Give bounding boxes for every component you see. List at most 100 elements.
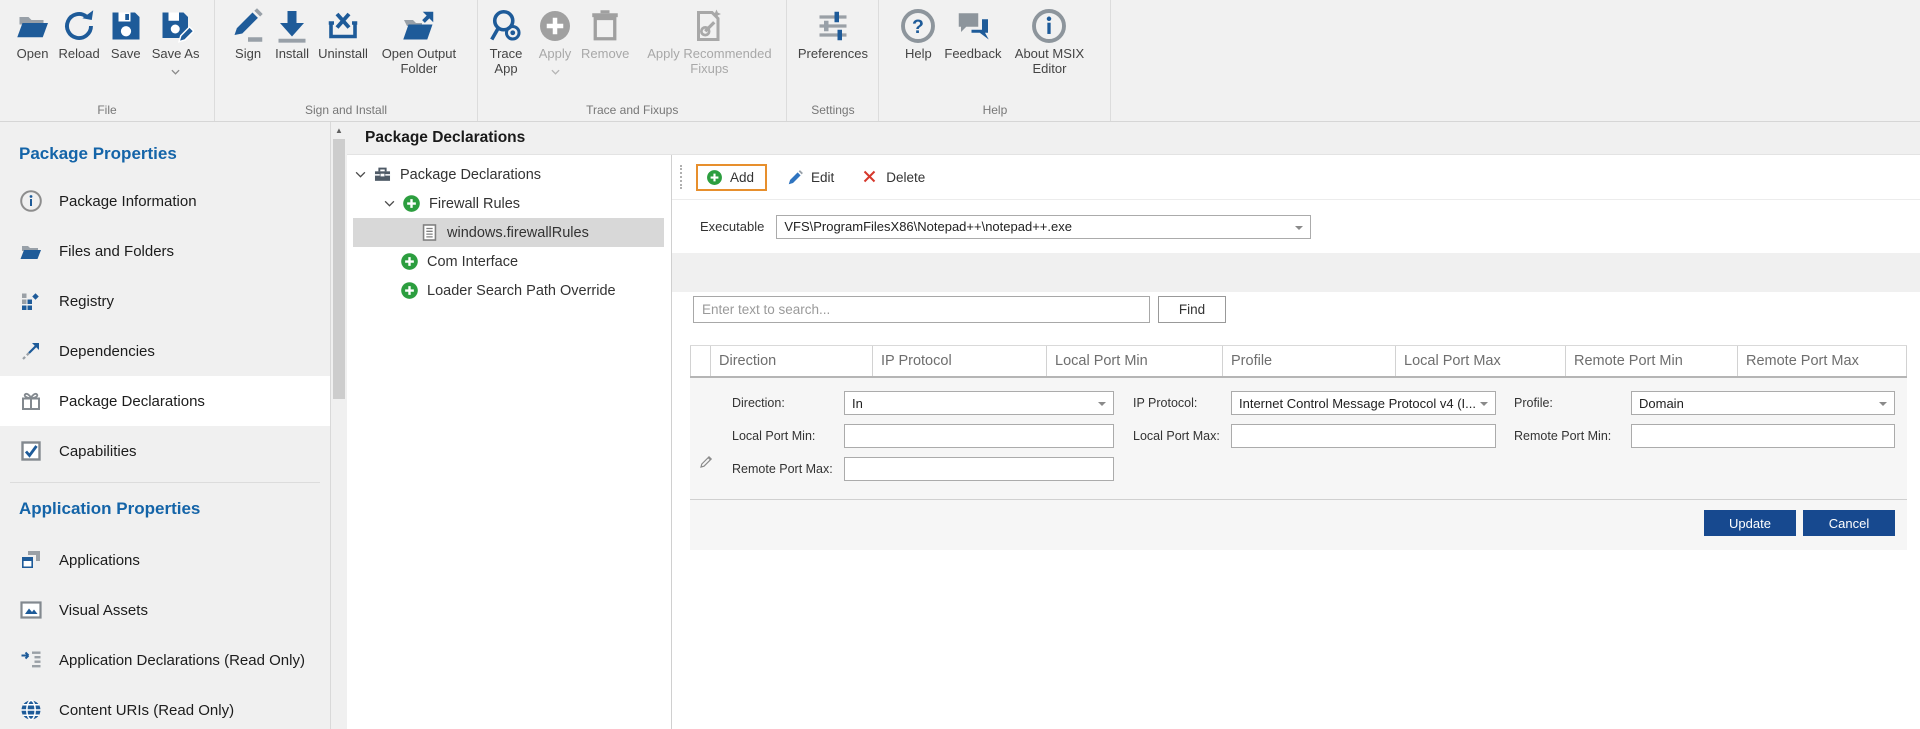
ribbon-button-label: Apply Recommended Fixups [637, 46, 781, 76]
help-button[interactable]: ? Help [897, 4, 939, 63]
toolbar-grip[interactable] [680, 165, 682, 189]
local-port-min-input[interactable] [844, 424, 1114, 448]
scrollbar-thumb[interactable] [333, 139, 345, 399]
column-header-remote-port-min[interactable]: Remote Port Min [1565, 346, 1737, 376]
sidebar-item-applications[interactable]: Applications [0, 535, 330, 585]
ribbon-button-label: Reload [59, 46, 100, 61]
sidebar-item-content-uris[interactable]: Content URIs (Read Only) [0, 685, 330, 729]
about-msix-editor-button[interactable]: About MSIX Editor [1006, 4, 1092, 78]
install-arrow-icon [274, 6, 310, 46]
sidebar-heading-package-properties: Package Properties [0, 122, 330, 176]
delete-button-label: Delete [886, 170, 925, 185]
add-button[interactable]: Add [696, 164, 767, 191]
remove-button[interactable]: Remove [578, 4, 632, 63]
save-icon [108, 6, 144, 46]
find-button[interactable]: Find [1158, 296, 1226, 323]
ip-protocol-combobox[interactable]: Internet Control Message Protocol v4 (I.… [1231, 391, 1496, 415]
trash-icon [587, 6, 623, 46]
direction-value: In [852, 396, 863, 411]
declarations-tree: Package Declarations Firewall Rules wind… [347, 155, 672, 729]
ribbon-button-label: Remove [581, 46, 629, 61]
sidebar-item-label: Package Information [59, 193, 197, 210]
column-header-local-port-min[interactable]: Local Port Min [1046, 346, 1222, 376]
tree-item-loader-search-path-override[interactable]: Loader Search Path Override [353, 276, 664, 305]
direction-combobox[interactable]: In [844, 391, 1114, 415]
section-gap [672, 253, 1920, 292]
trace-app-button[interactable]: Trace App [480, 4, 532, 78]
sidebar-item-label: Package Declarations [59, 393, 205, 410]
chevron-down-icon[interactable] [353, 167, 368, 182]
chevron-down-icon [551, 62, 560, 80]
ribbon-group-help: ? Help Feedback About MSIX Editor Help [879, 0, 1111, 121]
tree-item-windows-firewallrules[interactable]: windows.firewallRules [353, 218, 664, 247]
list-arrow-icon [19, 648, 43, 672]
save-as-icon [158, 6, 194, 46]
save-button[interactable]: Save [105, 4, 147, 63]
profile-combobox[interactable]: Domain [1631, 391, 1895, 415]
tree-item-package-declarations[interactable]: Package Declarations [353, 160, 664, 189]
apply-button[interactable]: Apply [534, 4, 576, 82]
ribbon-button-label: Install [275, 46, 309, 61]
edit-button-label: Edit [811, 170, 834, 185]
preferences-button[interactable]: Preferences [795, 4, 871, 63]
update-button[interactable]: Update [1704, 510, 1796, 536]
column-header-direction[interactable]: Direction [710, 346, 872, 376]
windows-icon [19, 548, 43, 572]
sidebar-item-label: Files and Folders [59, 243, 174, 260]
sidebar-scrollbar[interactable]: ▲ [330, 122, 347, 729]
remote-port-max-input[interactable] [844, 457, 1114, 481]
globe-icon [19, 698, 43, 722]
edit-button[interactable]: Edit [779, 165, 842, 190]
feedback-button[interactable]: Feedback [941, 4, 1004, 63]
info-circle-icon [1031, 6, 1067, 46]
sidebar-item-package-declarations[interactable]: Package Declarations [0, 376, 330, 426]
tree-item-label: Com Interface [427, 254, 518, 270]
open-button[interactable]: Open [12, 4, 54, 63]
scrollbar-up-arrow[interactable]: ▲ [331, 122, 347, 139]
search-input[interactable] [693, 296, 1150, 323]
sidebar-heading-application-properties: Application Properties [0, 483, 330, 535]
column-header-profile[interactable]: Profile [1222, 346, 1395, 376]
open-output-folder-button[interactable]: Open Output Folder [373, 4, 465, 78]
ribbon-group-label: Sign and Install [217, 100, 475, 121]
add-button-label: Add [730, 170, 754, 185]
sidebar-item-registry[interactable]: Registry [0, 276, 330, 326]
tree-item-label: Firewall Rules [429, 196, 520, 212]
chevron-down-icon[interactable] [382, 196, 397, 211]
sidebar-item-visual-assets[interactable]: Visual Assets [0, 585, 330, 635]
document-icon [420, 223, 439, 242]
sidebar-item-capabilities[interactable]: Capabilities [0, 426, 330, 476]
tree-item-firewall-rules[interactable]: Firewall Rules [353, 189, 664, 218]
sidebar-item-application-declarations[interactable]: Application Declarations (Read Only) [0, 635, 330, 685]
registry-blocks-icon [19, 289, 43, 313]
column-header-remote-port-max[interactable]: Remote Port Max [1737, 346, 1907, 376]
tree-item-com-interface[interactable]: Com Interface [353, 247, 664, 276]
package-gift-icon [19, 389, 43, 413]
rules-table: Direction IP Protocol Local Port Min Pro… [690, 345, 1907, 550]
save-as-button[interactable]: Save As [149, 4, 203, 82]
sidebar-item-package-information[interactable]: Package Information [0, 176, 330, 226]
table-header-row: Direction IP Protocol Local Port Min Pro… [690, 345, 1907, 378]
column-header-local-port-max[interactable]: Local Port Max [1395, 346, 1565, 376]
sidebar-item-files-and-folders[interactable]: Files and Folders [0, 226, 330, 276]
reload-icon [61, 6, 97, 46]
install-button[interactable]: Install [271, 4, 313, 63]
sidebar-item-dependencies[interactable]: Dependencies [0, 326, 330, 376]
delete-button[interactable]: Delete [854, 165, 933, 190]
sign-button[interactable]: Sign [227, 4, 269, 63]
question-circle-icon: ? [900, 6, 936, 46]
tree-item-label: Package Declarations [400, 167, 541, 183]
ribbon: Open Reload Save Save As File Sign [0, 0, 1920, 122]
ribbon-button-label: Open Output Folder [376, 46, 462, 76]
remote-port-min-input[interactable] [1631, 424, 1895, 448]
reload-button[interactable]: Reload [56, 4, 103, 63]
ribbon-button-label: Sign [235, 46, 261, 61]
apply-recommended-fixups-button[interactable]: Apply Recommended Fixups [634, 4, 784, 78]
tree-item-label: Loader Search Path Override [427, 283, 616, 299]
local-port-max-input[interactable] [1231, 424, 1496, 448]
uninstall-button[interactable]: Uninstall [315, 4, 371, 63]
column-header-ip-protocol[interactable]: IP Protocol [872, 346, 1046, 376]
edit-row-pencil-icon [699, 453, 715, 469]
executable-combobox[interactable]: VFS\ProgramFilesX86\Notepad++\notepad++.… [776, 215, 1311, 239]
cancel-button[interactable]: Cancel [1803, 510, 1895, 536]
